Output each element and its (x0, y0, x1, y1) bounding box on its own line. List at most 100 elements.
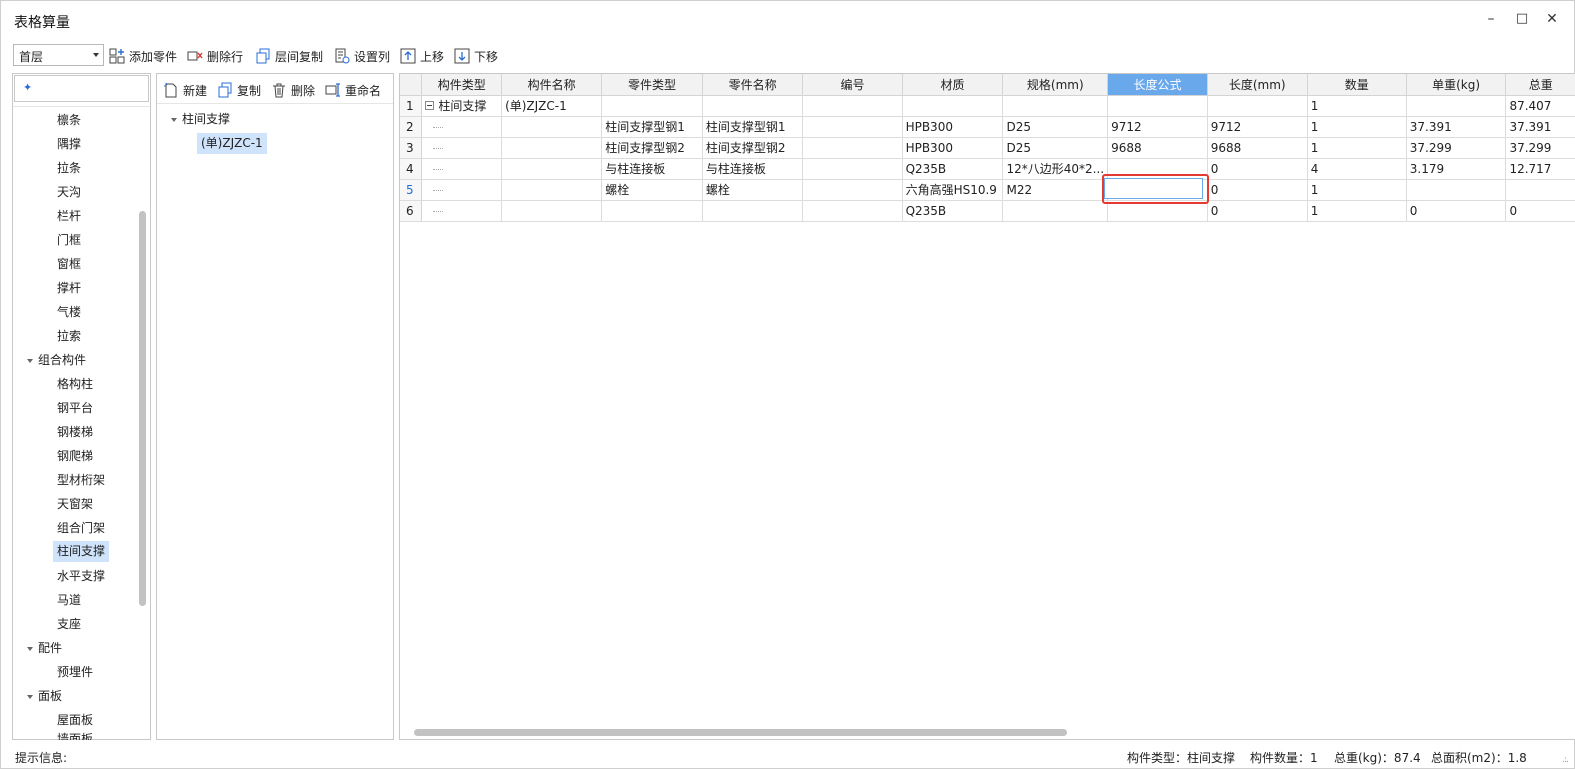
tree-item-catwalk[interactable]: 马道 (57, 590, 81, 610)
table-cell[interactable]: (单)ZJZC-1 (501, 95, 603, 117)
delete-row-button[interactable]: 删除行 (187, 46, 243, 66)
row-number[interactable]: 4 (400, 158, 423, 180)
table-cell[interactable] (421, 158, 503, 180)
table-cell[interactable] (1107, 95, 1208, 117)
tree-item-monitor[interactable]: 气楼 (57, 302, 81, 322)
column-header[interactable]: 材质 (902, 74, 1004, 96)
table-cell[interactable]: 与柱连接板 (702, 158, 804, 180)
expand-arrow-icon[interactable] (27, 694, 33, 699)
table-cell[interactable]: Q235B (902, 158, 1004, 180)
table-cell[interactable] (902, 95, 1004, 117)
table-cell[interactable] (802, 137, 903, 159)
table-cell[interactable]: 0 (1207, 200, 1308, 222)
table-cell[interactable]: 1 (1307, 179, 1407, 201)
set-columns-button[interactable]: 设置列 (334, 46, 390, 66)
table-cell[interactable]: 柱间支撑 (421, 95, 503, 117)
move-up-button[interactable]: 上移 (400, 46, 444, 66)
column-header[interactable]: 零件类型 (601, 74, 703, 96)
copy-button[interactable]: 复制 (217, 80, 261, 100)
tree-item-purlin[interactable]: 檩条 (57, 110, 81, 130)
tree-item-cable[interactable]: 拉索 (57, 326, 81, 346)
table-cell[interactable]: 9688 (1107, 137, 1208, 159)
column-header-active[interactable]: 长度公式 (1107, 74, 1208, 96)
table-cell[interactable] (802, 158, 903, 180)
new-button[interactable]: 新建 (163, 80, 207, 100)
table-cell[interactable]: 1 (1307, 200, 1407, 222)
table-cell[interactable] (1207, 95, 1308, 117)
table-cell[interactable] (501, 200, 603, 222)
tree-item-steel-ladder[interactable]: 钢爬梯 (57, 446, 93, 466)
tree-item-door-frame[interactable]: 门框 (57, 230, 81, 250)
table-cell[interactable]: 螺栓 (702, 179, 804, 201)
tree-item-railing[interactable]: 栏杆 (57, 206, 81, 226)
table-cell[interactable] (501, 116, 603, 138)
table-cell[interactable]: 六角高强HS10.9 (902, 179, 1004, 201)
tree-item-window-frame[interactable]: 窗框 (57, 254, 81, 274)
tree-item-portal-frame[interactable]: 组合门架 (57, 518, 105, 538)
table-cell[interactable]: 0 (1207, 158, 1308, 180)
column-header[interactable]: 构件名称 (501, 74, 603, 96)
table-cell[interactable]: 与柱连接板 (601, 158, 703, 180)
table-cell[interactable] (501, 158, 603, 180)
table-cell[interactable]: 螺栓 (601, 179, 703, 201)
table-cell[interactable] (1505, 179, 1575, 201)
close-icon[interactable]: ✕ (1544, 11, 1560, 27)
column-header[interactable]: 单重(kg) (1406, 74, 1507, 96)
table-cell[interactable]: 1 (1307, 95, 1407, 117)
table-cell[interactable]: HPB300 (902, 116, 1004, 138)
table-cell[interactable]: 柱间支撑型钢2 (702, 137, 804, 159)
tree-item-skylight-frame[interactable]: 天窗架 (57, 494, 93, 514)
table-cell[interactable] (802, 179, 903, 201)
add-part-button[interactable]: 添加零件 (109, 46, 177, 66)
component-tree-item[interactable]: (单)ZJZC-1 (197, 133, 267, 154)
table-cell[interactable]: 9712 (1107, 116, 1208, 138)
column-header[interactable]: 编号 (802, 74, 903, 96)
tree-item-truss[interactable]: 型材桁架 (57, 470, 105, 490)
table-cell[interactable]: 柱间支撑型钢1 (601, 116, 703, 138)
tree-item-roof-panel[interactable]: 屋面板 (57, 710, 93, 730)
copy-floor-button[interactable]: 层间复制 (255, 46, 323, 66)
table-cell[interactable]: D25 (1002, 137, 1109, 159)
table-cell[interactable]: 37.391 (1505, 116, 1575, 138)
tree-item-wall-panel[interactable]: 墙面板 (57, 732, 93, 740)
tree-item-knee-brace[interactable]: 隅撑 (57, 134, 81, 154)
table-cell[interactable]: 1 (1307, 137, 1407, 159)
column-header[interactable]: 长度(mm) (1207, 74, 1308, 96)
tree-item-column-bracing[interactable]: 柱间支撑 (53, 541, 110, 562)
column-header[interactable]: 构件类型 (421, 74, 503, 96)
table-cell[interactable]: 37.299 (1505, 137, 1575, 159)
tree-item-strut[interactable]: 撑杆 (57, 278, 81, 298)
column-header[interactable]: 零件名称 (702, 74, 804, 96)
expand-arrow-icon[interactable] (27, 358, 33, 363)
tree-item-support[interactable]: 支座 (57, 614, 81, 634)
table-cell[interactable] (501, 179, 603, 201)
row-number-current[interactable]: 5 (400, 179, 423, 201)
maximize-icon[interactable]: □ (1514, 11, 1530, 27)
table-cell[interactable] (421, 137, 503, 159)
tree-item-embedded-part[interactable]: 预埋件 (57, 662, 93, 682)
table-cell[interactable]: 37.299 (1406, 137, 1507, 159)
tree-item-lattice-column[interactable]: 格构柱 (57, 374, 93, 394)
table-cell[interactable] (601, 95, 703, 117)
corner-header[interactable] (400, 74, 423, 96)
table-cell[interactable] (1002, 200, 1109, 222)
floor-select[interactable]: 首层 (13, 44, 104, 66)
table-cell[interactable]: 9712 (1207, 116, 1308, 138)
tree-item-steel-stair[interactable]: 钢楼梯 (57, 422, 93, 442)
row-number[interactable]: 3 (400, 137, 423, 159)
tree-item-tie-rod[interactable]: 拉条 (57, 158, 81, 178)
tree-item-steel-platform[interactable]: 钢平台 (57, 398, 93, 418)
row-number[interactable]: 1 (400, 95, 423, 117)
tree-group-composite[interactable]: 组合构件 (27, 350, 86, 370)
column-header[interactable]: 规格(mm) (1002, 74, 1109, 96)
table-cell[interactable]: 9688 (1207, 137, 1308, 159)
table-cell[interactable] (421, 200, 503, 222)
table-cell[interactable] (702, 95, 804, 117)
table-cell[interactable]: 87.407 (1505, 95, 1575, 117)
table-cell[interactable]: 0 (1505, 200, 1575, 222)
table-cell[interactable] (421, 116, 503, 138)
table-cell[interactable] (421, 179, 503, 201)
row-number[interactable]: 2 (400, 116, 423, 138)
grid-horizontal-scrollbar[interactable] (414, 729, 1067, 736)
table-cell[interactable]: 37.391 (1406, 116, 1507, 138)
